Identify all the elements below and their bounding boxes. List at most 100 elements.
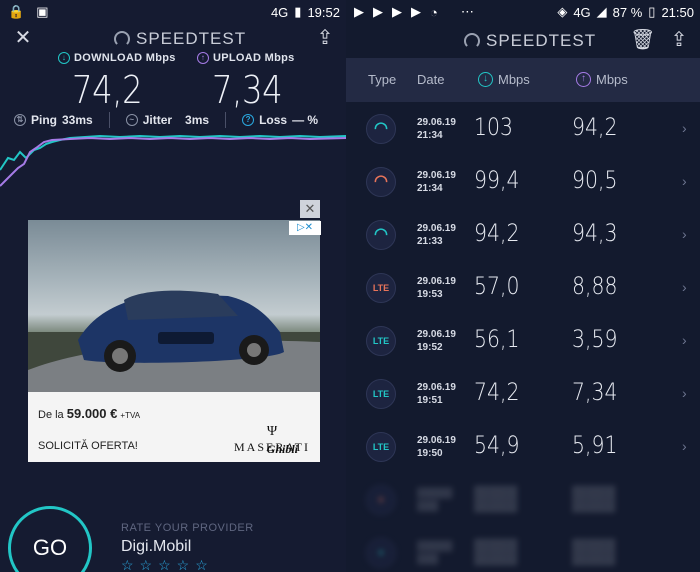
chevron-right-icon[interactable]: › <box>682 226 687 242</box>
upload-header: ↑ UPLOAD Mbps <box>197 52 295 64</box>
lock-icon: 🔒 <box>8 4 25 19</box>
adchoices-icon[interactable]: ▷✕ <box>289 221 321 235</box>
result-date: 29.06.19 19:52 <box>417 328 456 354</box>
signal-icon: ◢ <box>596 4 607 19</box>
result-upload: 90,5 <box>572 166 618 194</box>
upload-icon: ↑ <box>197 52 209 64</box>
gauge-icon <box>464 33 480 49</box>
clock: 19:52 <box>307 4 340 20</box>
ad-cta[interactable]: SOLICITĂ OFERTA! <box>38 440 138 452</box>
image-icon: ▣ <box>36 4 49 19</box>
divider <box>225 112 227 128</box>
go-button[interactable]: GO <box>8 506 92 572</box>
result-date: 29.06.19 21:33 <box>417 222 456 248</box>
table-row[interactable]: LTE 29.06.19 19:53 57,0 8,88 › <box>346 263 700 316</box>
result-date: 29.06.19 19:51 <box>417 381 456 407</box>
obscured-badge: ▼ <box>366 538 396 568</box>
table-row[interactable]: LTE 29.06.19 19:52 56,1 3,59 › <box>346 316 700 369</box>
download-icon: ↓ <box>58 52 70 64</box>
result-upload: 7,34 <box>572 378 618 406</box>
result-date-time: 21:34 <box>417 183 443 194</box>
youtube-icon: ▶ <box>392 4 402 19</box>
close-icon[interactable]: ✕ <box>12 28 34 48</box>
delete-icon[interactable]: 🗑 <box>630 30 655 50</box>
share-icon[interactable]: ⇪ <box>668 30 690 50</box>
result-date-time: 21:33 <box>417 236 443 247</box>
column-upload[interactable]: ↑ Mbps <box>576 72 628 87</box>
result-upload: 8,88 <box>572 272 618 300</box>
rate-provider-label: RATE YOUR PROVIDER <box>121 522 254 534</box>
column-type[interactable]: Type <box>368 72 396 87</box>
result-download: 54,9 <box>474 431 520 459</box>
status-bar: ▶ ▶ ▶ ▶ ◔ ⋯ ◈ 4G ◢ 87 % ▯ 21:50 <box>346 0 700 24</box>
chevron-right-icon[interactable]: › <box>682 120 687 136</box>
chevron-right-icon[interactable]: › <box>682 279 687 295</box>
app-title: SPEEDTEST <box>464 31 596 51</box>
result-date-day: 29.06.19 <box>417 170 456 181</box>
column-download[interactable]: ↓ Mbps <box>478 72 530 87</box>
chevron-right-icon[interactable]: › <box>682 438 687 454</box>
result-upload: 94,2 <box>572 113 618 141</box>
column-date[interactable]: Date <box>417 72 444 87</box>
result-date: 29.06.19 21:34 <box>417 116 456 142</box>
wifi-icon: ◈ <box>557 4 568 19</box>
lte-badge: LTE <box>366 273 396 303</box>
result-download: 56,1 <box>474 325 520 353</box>
network-type: 4G <box>270 4 289 20</box>
result-date-time: 19:50 <box>417 448 443 459</box>
jitter-icon: ~ <box>125 114 138 126</box>
chevron-right-icon[interactable]: › <box>682 385 687 401</box>
rating-stars[interactable]: ☆☆☆☆☆ <box>121 557 214 572</box>
speedtest-result-panel: 🔒 ▣ 4G ▮ 19:52 ✕ SPEEDTEST ⇪ ↓ DOWNLOAD … <box>0 0 346 572</box>
table-row[interactable]: ◠ 29.06.19 21:33 94,2 94,3 › <box>346 210 700 263</box>
download-graph-line <box>0 134 346 171</box>
chevron-right-icon[interactable]: › <box>682 173 687 189</box>
car-illustration <box>28 290 320 392</box>
share-icon[interactable]: ⇪ <box>314 28 336 48</box>
lte-badge: LTE <box>366 432 396 462</box>
result-upload: 3,59 <box>572 325 618 353</box>
download-value: 74,2 <box>72 68 143 112</box>
result-date: 29.06.19 21:34 <box>417 169 456 195</box>
battery-icon: ▮ <box>294 4 302 19</box>
wifi-icon: ◠ <box>366 114 396 144</box>
result-date-time: 21:34 <box>417 130 443 141</box>
youtube-icon: ▶ <box>411 4 421 19</box>
result-date-day: 29.06.19 <box>417 223 456 234</box>
result-download: 94,2 <box>474 219 520 247</box>
upload-icon: ↑ <box>576 72 591 87</box>
network-type: 4G <box>573 4 591 20</box>
result-date-time: 19:51 <box>417 395 443 406</box>
loss-metric[interactable]: ? Loss — % <box>242 112 318 128</box>
youtube-icon: ▶ <box>373 4 383 19</box>
result-download: 103 <box>474 113 513 141</box>
table-row[interactable]: ◠ 29.06.19 21:34 99,4 90,5 › <box>346 157 700 210</box>
wifi-icon: ◠ <box>366 167 396 197</box>
info-icon: ? <box>242 114 255 126</box>
chevron-right-icon[interactable]: › <box>682 332 687 348</box>
upload-graph-line <box>0 136 346 187</box>
obscured-badge: ▼ <box>366 485 396 515</box>
table-row[interactable]: LTE 29.06.19 19:50 54,9 5,91 › <box>346 422 700 475</box>
result-date-time: 19:52 <box>417 342 443 353</box>
result-date: 29.06.19 19:53 <box>417 275 456 301</box>
result-download: 57,0 <box>474 272 520 300</box>
trident-icon: Ψ <box>266 424 278 439</box>
ad-price: De la 59.000 € +TVA <box>38 406 141 421</box>
obscured-download: ▒▒▒ <box>474 537 518 565</box>
result-date-day: 29.06.19 <box>417 382 456 393</box>
table-row[interactable]: ◠ 29.06.19 21:34 103 94,2 › <box>346 104 700 157</box>
result-download: 74,2 <box>474 378 520 406</box>
gauge-icon <box>114 31 130 47</box>
result-date-day: 29.06.19 <box>417 435 456 446</box>
table-row[interactable]: LTE 29.06.19 19:51 74,2 7,34 › <box>346 369 700 422</box>
ping-metric: ⇅ Ping 33ms <box>14 112 93 128</box>
ping-icon: ⇅ <box>14 114 26 126</box>
obscured-upload: ▒▒▒ <box>572 484 616 512</box>
ad-image <box>28 220 320 392</box>
ad-close-icon[interactable]: ✕ <box>300 200 320 218</box>
result-date-day: 29.06.19 <box>417 329 456 340</box>
download-icon: ↓ <box>478 72 493 87</box>
advertisement[interactable]: De la 59.000 € +TVA SOLICITĂ OFERTA! Ψ M… <box>28 220 320 462</box>
battery-level: 87 % <box>612 4 643 20</box>
